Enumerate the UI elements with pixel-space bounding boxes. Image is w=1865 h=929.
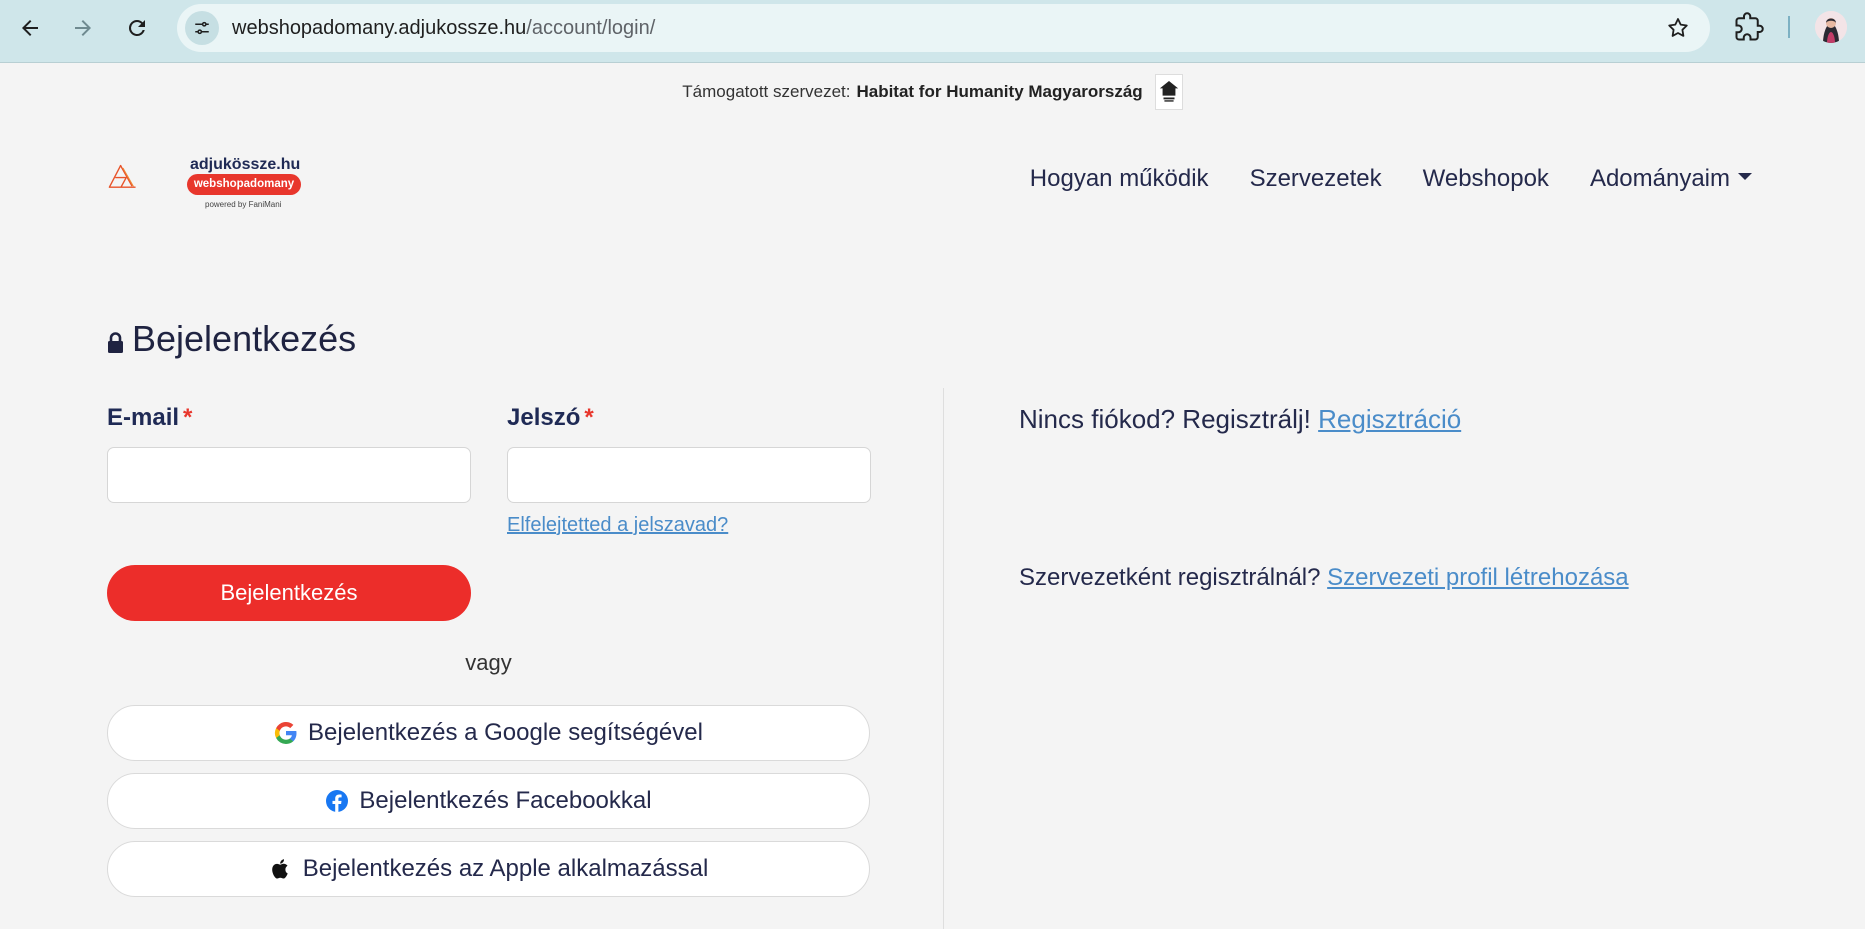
password-label: Jelszó * [507, 404, 594, 432]
site-info-button[interactable] [185, 11, 219, 45]
register-prompt: Nincs fiókod? Regisztrálj! Regisztráció [1019, 404, 1461, 435]
apple-login-label: Bejelentkezés az Apple alkalmazással [302, 855, 709, 882]
arrow-right-icon [75, 20, 91, 36]
login-button[interactable]: Bejelentkezés [107, 565, 471, 621]
org-register-prompt-text: Szervezetként regisztrálnál? [1019, 564, 1321, 591]
address-bar[interactable]: webshopadomany.adjukossze.hu/account/log… [177, 4, 1710, 52]
url-host: webshopadomany.adjukossze.hu [232, 17, 527, 39]
url-path: /account/login/ [526, 17, 656, 39]
back-button[interactable] [12, 10, 48, 46]
google-icon [274, 721, 297, 745]
email-field[interactable] [107, 447, 471, 503]
or-separator-text: vagy [465, 650, 512, 675]
facebook-icon [326, 790, 349, 812]
email-label-text: E-mail [107, 404, 180, 431]
page-title: Bejelentkezés [107, 318, 356, 360]
apple-login-button[interactable]: Bejelentkezés az Apple alkalmazással [107, 841, 870, 897]
password-field[interactable] [507, 447, 871, 503]
nav-my-donations-dropdown[interactable]: Adományaim [1590, 165, 1752, 193]
house-icon [1159, 81, 1178, 102]
nav-organizations[interactable]: Szervezetek [1250, 165, 1382, 193]
arrow-left-icon [22, 20, 38, 36]
register-prompt-text: Nincs fiókod? Regisztrálj! [1019, 404, 1311, 434]
apple-icon [271, 859, 288, 879]
required-mark: * [584, 404, 594, 431]
brand-powered: powered by FaniMani [205, 200, 282, 209]
avatar-icon [1815, 11, 1847, 43]
forgot-password-link[interactable]: Elfelejtetted a jelszavad? [507, 514, 728, 537]
caret-down-icon [1738, 173, 1752, 181]
nav-how-it-works[interactable]: Hogyan működik [1030, 165, 1209, 193]
nav-my-donations-label: Adományaim [1589, 165, 1730, 192]
forward-button[interactable] [65, 10, 101, 46]
url-text: webshopadomany.adjukossze.hu/account/log… [232, 17, 655, 40]
main-nav: Hogyan működik Szervezetek Webshopok Ado… [1030, 165, 1752, 193]
reload-button[interactable] [119, 10, 155, 46]
email-label: E-mail * [107, 404, 192, 432]
supported-org-prefix: Támogatott szervezet: [682, 82, 851, 101]
toolbar-separator [1788, 16, 1790, 38]
browser-toolbar: webshopadomany.adjukossze.hu/account/log… [0, 0, 1865, 63]
brand-logo-icon[interactable] [107, 146, 187, 210]
brand-pill[interactable]: webshopadomany [187, 174, 301, 195]
google-login-button[interactable]: Bejelentkezés a Google segítségével [107, 705, 870, 761]
supported-org-name: Habitat for Humanity Magyarország [856, 82, 1143, 101]
page-title-text: Bejelentkezés [132, 318, 357, 359]
lock-icon [108, 332, 123, 353]
brand-name[interactable]: adjukössze.hu [190, 156, 300, 174]
org-profile-link[interactable]: Szervezeti profil létrehozása [1327, 564, 1628, 591]
profile-avatar[interactable] [1815, 11, 1847, 43]
tune-icon [195, 21, 209, 35]
extensions-icon[interactable] [1734, 12, 1764, 42]
register-link[interactable]: Regisztráció [1318, 404, 1461, 434]
habitat-logo [1154, 74, 1183, 110]
supported-org-bar: Támogatott szervezet: Habitat for Humani… [0, 74, 1865, 110]
nav-webshops[interactable]: Webshopok [1423, 165, 1549, 193]
required-mark: * [183, 404, 193, 431]
reload-icon [129, 20, 145, 36]
bookmark-star-icon[interactable] [1666, 16, 1690, 40]
password-label-text: Jelszó [507, 404, 581, 431]
facebook-login-label: Bejelentkezés Facebookkal [359, 787, 652, 814]
google-login-label: Bejelentkezés a Google segítségével [308, 719, 703, 746]
org-register-prompt: Szervezetként regisztrálnál? Szervezeti … [1019, 564, 1629, 592]
facebook-login-button[interactable]: Bejelentkezés Facebookkal [107, 773, 870, 829]
column-divider [943, 388, 944, 929]
